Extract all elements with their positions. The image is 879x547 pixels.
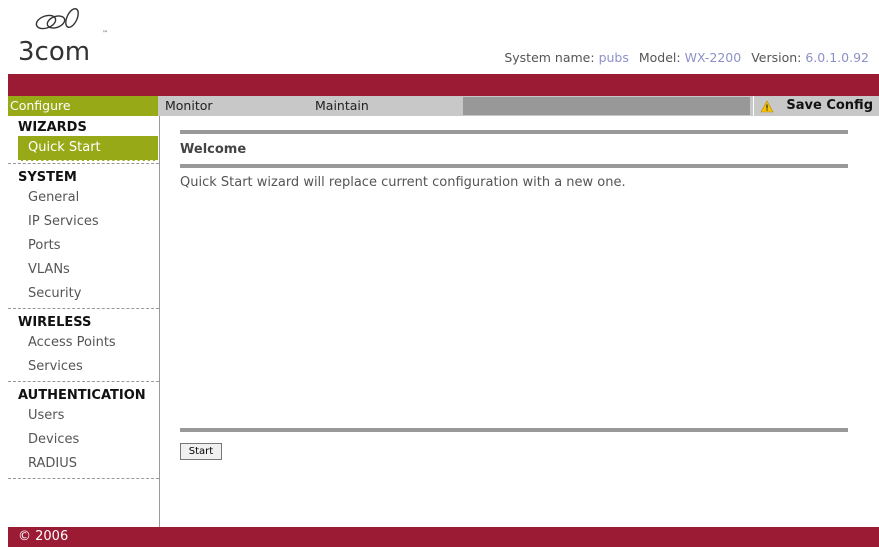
logo: 3com ™	[10, 4, 130, 68]
sidebar-section-wizards: WIZARDS Quick Start	[8, 116, 159, 164]
sidebar-item-services[interactable]: Services	[8, 355, 159, 379]
copyright: © 2006	[18, 529, 69, 544]
sidebar-item-radius[interactable]: RADIUS	[8, 452, 159, 476]
save-config-label: Save Config	[786, 98, 873, 113]
model-label: Model:	[638, 50, 681, 65]
main-content: Welcome Quick Start wizard will replace …	[180, 130, 848, 190]
nav-spacer	[463, 97, 750, 115]
sidebar-heading-system: SYSTEM	[18, 170, 77, 185]
sidebar-item-access-points[interactable]: Access Points	[8, 331, 159, 355]
bottom-divider	[180, 428, 848, 432]
sidebar-item-ip-services[interactable]: IP Services	[8, 210, 159, 234]
title-divider	[180, 164, 848, 168]
page-title: Welcome	[180, 142, 247, 157]
sidebar-item-security[interactable]: Security	[8, 282, 159, 306]
system-name-label: System name:	[504, 50, 595, 65]
main-nav: Configure Monitor Maintain Save Config	[8, 96, 879, 116]
sidebar-section-authentication: AUTHENTICATION Users Devices RADIUS	[8, 384, 159, 479]
sidebar-heading-wizards: WIZARDS	[18, 120, 87, 135]
version-label: Version:	[751, 50, 802, 65]
save-config-button[interactable]: Save Config	[753, 96, 879, 116]
tab-maintain[interactable]: Maintain	[313, 96, 463, 116]
sidebar-heading-authentication: AUTHENTICATION	[18, 388, 146, 403]
header: 3com ™ System name: pubs Model: WX-2200 …	[0, 0, 879, 74]
brand-name: 3com	[18, 37, 91, 67]
tab-configure[interactable]: Configure	[8, 96, 158, 116]
tab-monitor[interactable]: Monitor	[163, 96, 313, 116]
sidebar-heading-wireless: WIRELESS	[18, 315, 92, 330]
sidebar-section-wireless: WIRELESS Access Points Services	[8, 311, 159, 382]
sidebar-item-ports[interactable]: Ports	[8, 234, 159, 258]
warning-icon	[760, 100, 774, 113]
sidebar-item-vlans[interactable]: VLANs	[8, 258, 159, 282]
sidebar-section-system: SYSTEM General IP Services Ports VLANs S…	[8, 166, 159, 309]
version-value: 6.0.1.0.92	[805, 50, 869, 65]
start-button[interactable]: Start	[180, 443, 222, 460]
intro-text: Quick Start wizard will replace current …	[180, 175, 626, 190]
3com-logo-icon	[35, 7, 79, 30]
model-value: WX-2200	[684, 50, 742, 65]
system-info: System name: pubs Model: WX-2200 Version…	[504, 50, 869, 65]
system-name-value: pubs	[598, 50, 629, 65]
sidebar-item-quick-start[interactable]: Quick Start	[18, 136, 158, 161]
trademark: ™	[102, 30, 108, 37]
header-band	[8, 74, 879, 96]
sidebar-item-users[interactable]: Users	[8, 404, 159, 428]
sidebar: WIZARDS Quick Start SYSTEM General IP Se…	[8, 116, 160, 527]
sidebar-item-general[interactable]: General	[8, 186, 159, 210]
footer: © 2006	[8, 527, 879, 547]
sidebar-item-devices[interactable]: Devices	[8, 428, 159, 452]
